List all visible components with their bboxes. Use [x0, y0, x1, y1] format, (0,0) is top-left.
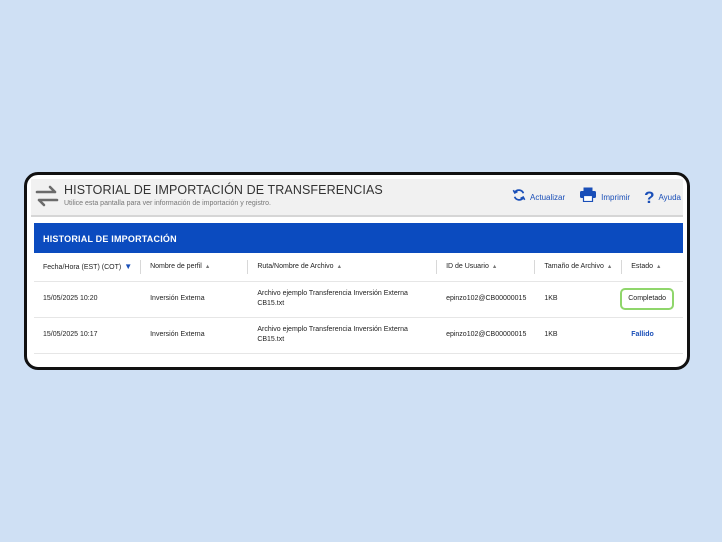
- sort-up-icon: ▲: [491, 264, 498, 271]
- file-name-line: CB15.txt: [257, 336, 285, 343]
- cell-size: 1KB: [544, 331, 558, 338]
- import-history-panel: HISTORIAL DE IMPORTACIÓN Fecha/Hora (EST…: [34, 223, 683, 363]
- column-header-status[interactable]: Estado ▲: [622, 253, 683, 281]
- printer-icon: [579, 187, 597, 207]
- sort-up-icon: ▲: [204, 264, 211, 271]
- help-label: Ayuda: [658, 192, 681, 202]
- refresh-label: Actualizar: [530, 192, 566, 202]
- sort-up-icon: ▲: [606, 264, 613, 271]
- page-header: HISTORIAL DE IMPORTACIÓN DE TRANSFERENCI…: [31, 179, 683, 217]
- file-name-line: CB15.txt: [257, 300, 285, 307]
- cell-file: Archivo ejemplo Transferencia Inversión …: [248, 317, 437, 353]
- column-header-profile[interactable]: Nombre de perfil ▲: [141, 253, 249, 281]
- transfer-arrows-icon: [35, 184, 59, 208]
- column-header-file[interactable]: Ruta/Nombre de Archivo ▲: [248, 253, 438, 281]
- cell-user-id: epinzo102@CB00000015: [446, 331, 527, 338]
- cell-datetime: 15/05/2025 10:17: [43, 331, 98, 338]
- refresh-icon: [512, 188, 526, 207]
- cell-status: Completado: [620, 281, 683, 317]
- print-button[interactable]: Imprimir: [579, 187, 630, 207]
- cell-user-id: epinzo102@CB00000015: [446, 295, 527, 302]
- panel-title: HISTORIAL DE IMPORTACIÓN: [34, 223, 683, 253]
- sort-up-icon: ▲: [336, 264, 343, 271]
- status-failed-link[interactable]: Fallido: [631, 331, 654, 338]
- help-icon: ?: [644, 187, 655, 207]
- cell-status: Fallido: [622, 317, 683, 353]
- header-actions: Actualizar Imprimir ? Ayuda: [498, 187, 681, 207]
- table-row[interactable]: 15/05/2025 10:20 Inversión Externa Archi…: [34, 281, 683, 317]
- table-header-row: Fecha/Hora (EST) (COT) ▼ Nombre de perfil…: [34, 253, 683, 281]
- help-button[interactable]: ? Ayuda: [644, 187, 681, 207]
- cell-profile: Inversión Externa: [150, 331, 205, 338]
- sort-down-icon: ▼: [124, 262, 133, 272]
- column-header-file-size[interactable]: Tamaño de Archivo ▲: [535, 253, 623, 281]
- page-subtitle: Utilice esta pantalla para ver informaci…: [64, 200, 271, 207]
- column-header-user-id[interactable]: ID de Usuario ▲: [437, 253, 536, 281]
- app-window: HISTORIAL DE IMPORTACIÓN DE TRANSFERENCI…: [24, 172, 690, 370]
- print-label: Imprimir: [601, 192, 631, 202]
- page-title: HISTORIAL DE IMPORTACIÓN DE TRANSFERENCI…: [64, 183, 383, 197]
- import-history-table: Fecha/Hora (EST) (COT) ▼ Nombre de perfil…: [34, 253, 683, 354]
- file-name-line: Archivo ejemplo Transferencia Inversión …: [257, 290, 408, 297]
- cell-file: Archivo ejemplo Transferencia Inversión …: [248, 281, 437, 317]
- cell-size: 1KB: [544, 295, 558, 302]
- cell-datetime: 15/05/2025 10:20: [43, 295, 98, 302]
- status-badge[interactable]: Completado: [620, 288, 674, 310]
- sort-up-icon: ▲: [656, 264, 662, 271]
- refresh-button[interactable]: Actualizar: [512, 188, 565, 207]
- column-header-datetime[interactable]: Fecha/Hora (EST) (COT) ▼: [34, 253, 142, 281]
- table-row[interactable]: 15/05/2025 10:17 Inversión Externa Archi…: [34, 317, 683, 353]
- file-name-line: Archivo ejemplo Transferencia Inversión …: [257, 326, 408, 333]
- cell-profile: Inversión Externa: [150, 295, 205, 302]
